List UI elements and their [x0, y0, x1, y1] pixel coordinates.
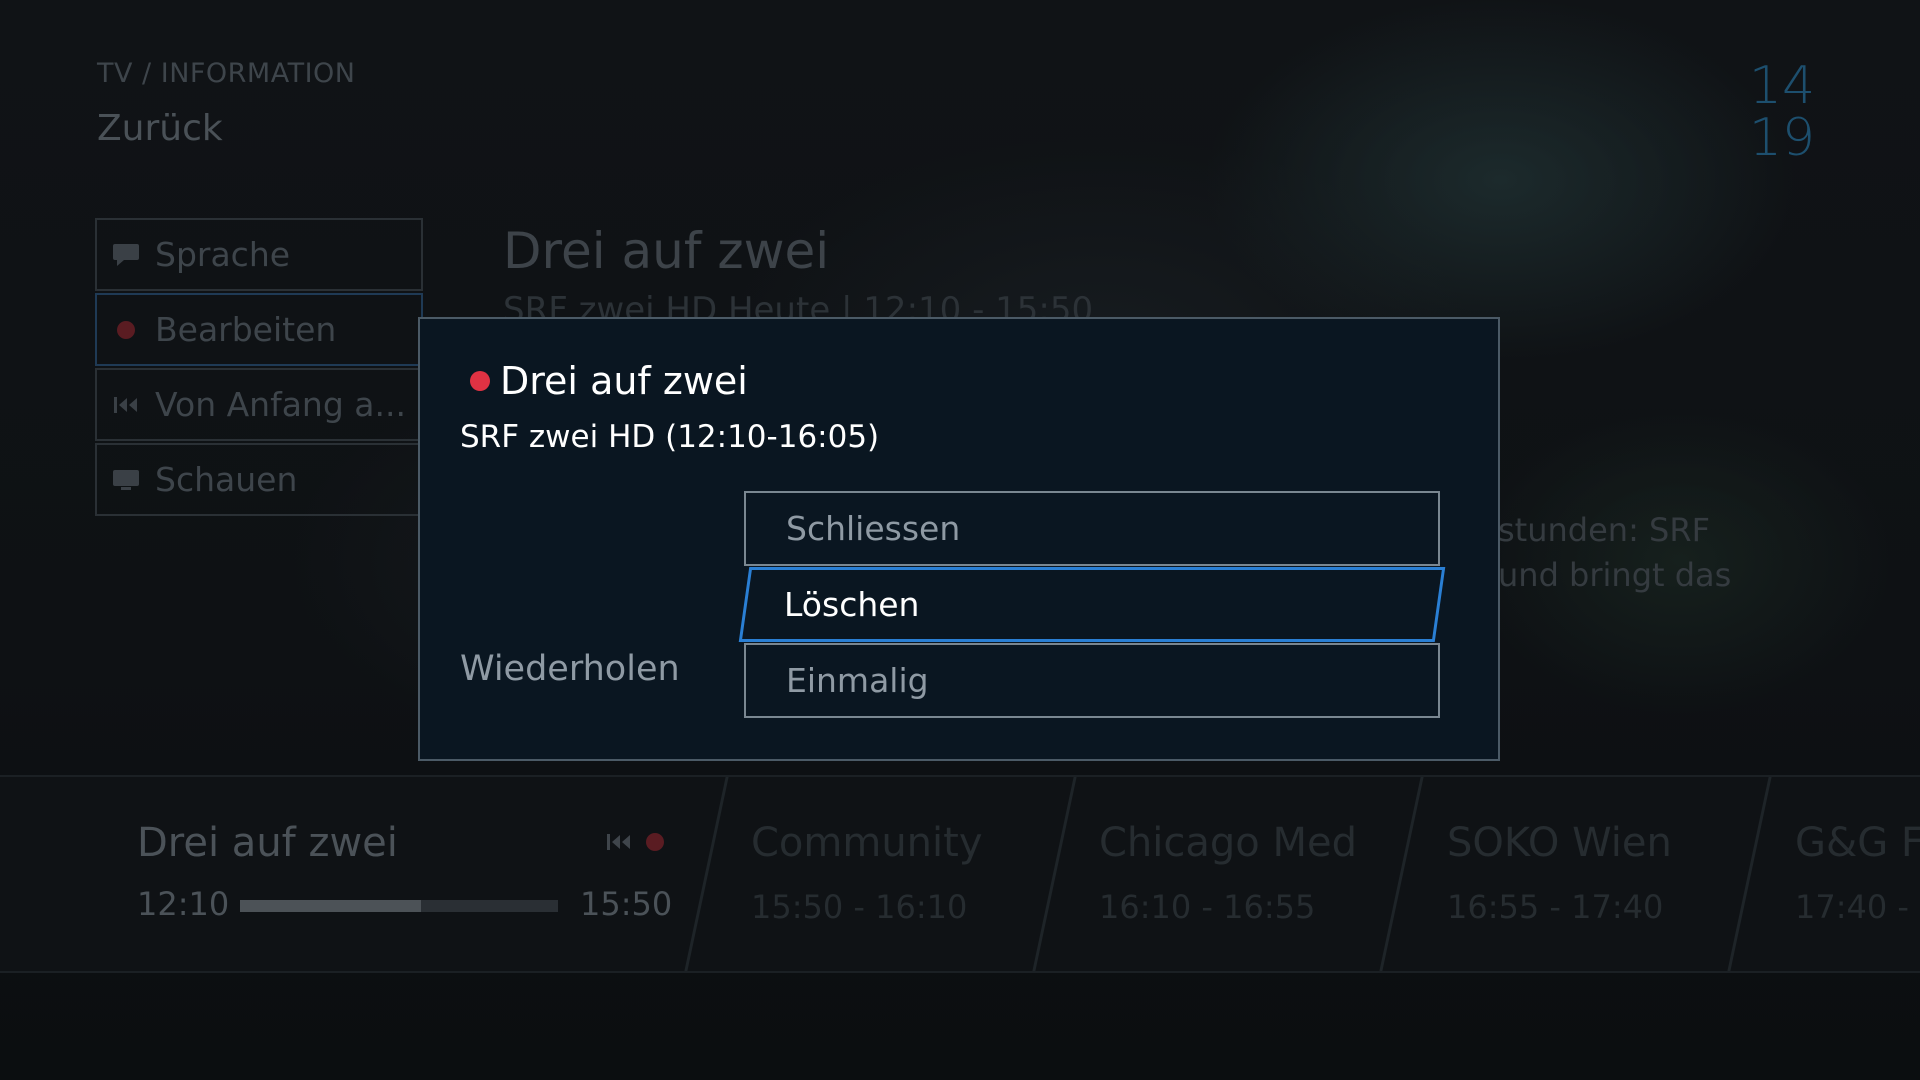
- recording-dialog: Drei auf zwei SRF zwei HD (12:10-16:05) …: [418, 317, 1500, 761]
- description-line: und bringt das: [1498, 556, 1732, 594]
- epg-item-1[interactable]: Community 15:50 - 16:10: [751, 820, 983, 926]
- divider: [1032, 777, 1077, 971]
- speech-bubble-icon: [111, 240, 141, 270]
- option-label: Einmalig: [786, 661, 929, 700]
- program-description: stunden: SRF und bringt das: [1498, 508, 1731, 598]
- epg-item-time: 17:40 -: [1795, 888, 1909, 926]
- clock: 14 19: [1742, 60, 1822, 164]
- option-label: Löschen: [784, 585, 920, 624]
- epg-item-title: SOKO Wien: [1447, 820, 1672, 866]
- record-dot-icon: [470, 371, 490, 391]
- dialog-title: Drei auf zwei: [500, 359, 748, 403]
- side-item-bearbeiten[interactable]: Bearbeiten: [95, 293, 423, 366]
- epg-item-time: 16:10 - 16:55: [1099, 888, 1316, 926]
- breadcrumb: TV / INFORMATION: [97, 58, 356, 89]
- close-option[interactable]: Schliessen: [744, 491, 1440, 566]
- clock-hour: 14: [1748, 56, 1816, 116]
- epg-item-title: Community: [751, 820, 983, 866]
- divider: [684, 777, 729, 971]
- option-label: Schliessen: [786, 509, 961, 548]
- epg-item-title: G&G F: [1795, 820, 1920, 866]
- epg-item-4[interactable]: G&G F 17:40 -: [1795, 820, 1920, 926]
- progress-fill: [240, 900, 422, 912]
- epg-current-end: 15:50: [580, 885, 673, 923]
- program-title: Drei auf zwei: [503, 222, 830, 280]
- repeat-once-option[interactable]: Einmalig: [744, 643, 1440, 718]
- side-item-schauen[interactable]: Schauen: [95, 443, 423, 516]
- side-item-label: Sprache: [155, 235, 291, 274]
- record-dot-icon: [646, 833, 664, 851]
- epg-item-title: Drei auf zwei: [137, 820, 398, 866]
- clock-minute: 19: [1748, 108, 1816, 168]
- restart-icon: [111, 390, 141, 420]
- side-menu: Sprache Bearbeiten Von Anfang a... Schau…: [95, 218, 423, 518]
- back-button[interactable]: Zurück: [97, 108, 223, 149]
- epg-item-title: Chicago Med: [1099, 820, 1357, 866]
- restart-icon: [607, 834, 630, 850]
- record-dot-icon: [111, 315, 141, 345]
- side-item-label: Schauen: [155, 460, 298, 499]
- epg-item-time: 16:55 - 17:40: [1447, 888, 1664, 926]
- epg-status-icons: [606, 832, 664, 852]
- epg-item-2[interactable]: Chicago Med 16:10 - 16:55: [1099, 820, 1357, 926]
- epg-current-start: 12:10: [137, 885, 230, 923]
- delete-option[interactable]: Löschen: [738, 567, 1446, 642]
- epg-item-current[interactable]: Drei auf zwei: [137, 820, 398, 866]
- side-item-label: Bearbeiten: [155, 310, 337, 349]
- dialog-subtitle: SRF zwei HD (12:10-16:05): [460, 419, 880, 455]
- tv-screen-icon: [111, 465, 141, 495]
- divider: [1379, 777, 1424, 971]
- side-item-sprache[interactable]: Sprache: [95, 218, 423, 291]
- side-item-von-anfang[interactable]: Von Anfang a...: [95, 368, 423, 441]
- side-item-label: Von Anfang a...: [155, 385, 406, 424]
- divider: [1727, 777, 1772, 971]
- description-line: stunden: SRF: [1498, 511, 1710, 549]
- progress-bar: [240, 900, 558, 912]
- epg-item-time: 15:50 - 16:10: [751, 888, 968, 926]
- epg-item-3[interactable]: SOKO Wien 16:55 - 17:40: [1447, 820, 1672, 926]
- repeat-label: Wiederholen: [460, 649, 680, 689]
